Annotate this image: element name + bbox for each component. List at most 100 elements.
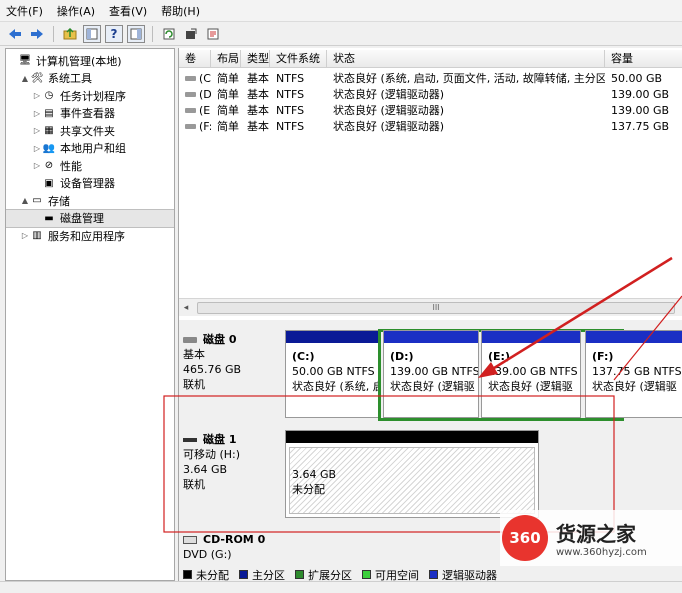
table-cell: 状态良好 (逻辑驱动器) [333, 120, 445, 133]
disk-0-type: 基本 [183, 348, 205, 361]
table-row[interactable]: (E:) 简单基本 NTFS 状态良好 (逻辑驱动器) 139.00 GB [179, 102, 682, 118]
table-cell: 简单 [217, 104, 239, 117]
console-tree-icon[interactable] [83, 24, 101, 43]
table-cell-container: 139.00 GB [605, 88, 682, 101]
expand-toggle-icon[interactable]: ▷ [32, 109, 42, 118]
refresh-icon[interactable] [160, 25, 178, 43]
partition-status: 未分配 [292, 483, 325, 496]
toolbar: ? [0, 22, 682, 46]
unallocated-bar [286, 431, 538, 443]
column-header-filesystem[interactable]: 文件系统 [270, 50, 327, 67]
table-cell-container: 基本 [241, 86, 270, 102]
expand-toggle-icon[interactable]: ▷ [32, 161, 42, 170]
partition-status: 状态良好 (逻辑驱 [488, 380, 573, 393]
table-cell-container: 简单 [211, 118, 241, 134]
table-cell-container: 简单 [211, 86, 241, 102]
tree-item[interactable]: ▲ 🛠 系统工具 [6, 70, 174, 88]
partition-f[interactable]: (F:) 137.75 GB NTFS 状态良好 (逻辑驱 [585, 330, 682, 418]
tree-item-label: 服务和应用程序 [48, 229, 125, 243]
expand-toggle-icon[interactable]: ▷ [32, 91, 42, 100]
tree-item-label: 性能 [60, 159, 82, 173]
column-header-layout[interactable]: 布局 [211, 50, 241, 67]
table-cell-container: NTFS [270, 104, 327, 117]
menu-view[interactable]: 查看(V) [109, 3, 147, 19]
help-icon[interactable]: ? [105, 24, 123, 43]
legend-swatch [429, 570, 438, 579]
tree-item[interactable]: ▷ ▥ 服务和应用程序 [6, 227, 174, 245]
scroll-left-arrow-icon[interactable]: ◂ [179, 303, 193, 313]
table-cell-container: NTFS [270, 88, 327, 101]
table-row[interactable]: (D:) 简单基本 NTFS 状态良好 (逻辑驱动器) 139.00 GB [179, 86, 682, 102]
partition-size: 3.64 GB [292, 468, 337, 481]
scroll-thumb[interactable]: III [197, 302, 675, 314]
table-row[interactable]: (F:) 简单基本 NTFS 状态良好 (逻辑驱动器) 137.75 GB [179, 118, 682, 134]
tree-item[interactable]: ▷ ▤ 事件查看器 [6, 105, 174, 123]
horizontal-scrollbar[interactable]: ◂ III [179, 298, 682, 316]
tree-item[interactable]: ▷ 👥 本地用户和组 [6, 140, 174, 158]
table-cell-container: (D:) [179, 88, 211, 101]
partition-size: 139.00 GB NTFS [390, 365, 479, 378]
table-cell: NTFS [276, 71, 305, 85]
table-cell: (D:) [199, 87, 211, 101]
partition-status: 状态良好 (系统, 启 [292, 380, 381, 393]
tree-item[interactable]: ▣ 设备管理器 [6, 175, 174, 193]
console-tree-icon-2[interactable] [127, 24, 145, 43]
tree-item[interactable]: ▲ ▭ 存储 [6, 192, 174, 210]
table-cell-container: 简单 [211, 102, 241, 118]
cdrom-0-info[interactable]: CD-ROM 0 DVD (G:) [183, 532, 283, 562]
disk-0-info[interactable]: 磁盘 0 基本 465.76 GB 联机 [183, 332, 283, 392]
partition-e[interactable]: (E:) 139.00 GB NTFS 状态良好 (逻辑驱 [481, 330, 581, 418]
tree-item[interactable]: ▷ ⊘ 性能 [6, 157, 174, 175]
properties-icon[interactable] [204, 25, 222, 43]
export-icon[interactable] [182, 25, 200, 43]
legend-swatch [295, 570, 304, 579]
expand-toggle-icon[interactable]: ▷ [20, 231, 30, 240]
disk-1-info[interactable]: 磁盘 1 可移动 (H:) 3.64 GB 联机 [183, 432, 283, 492]
expand-toggle-icon[interactable]: ▲ [20, 74, 30, 83]
tree-item[interactable]: 🖥 计算机管理(本地) [6, 52, 174, 70]
tree-item-label: 事件查看器 [60, 107, 115, 121]
table-cell: 基本 [247, 88, 269, 101]
forward-arrow-icon[interactable] [28, 25, 46, 43]
table-cell: 简单 [217, 72, 239, 85]
column-header-capacity[interactable]: 容量 [605, 50, 682, 67]
column-header-type[interactable]: 类型 [241, 50, 270, 67]
partition-status: 状态良好 (逻辑驱 [592, 380, 677, 393]
menu-help[interactable]: 帮助(H) [161, 3, 200, 19]
disk-mgmt-icon: ▬ [44, 212, 54, 224]
tree-item[interactable]: ▬ 磁盘管理 [6, 208, 174, 228]
back-arrow-icon[interactable] [6, 25, 24, 43]
menu-action[interactable]: 操作(A) [57, 3, 95, 19]
expand-toggle-icon[interactable]: ▲ [20, 196, 30, 205]
volume-icon [185, 108, 196, 113]
partition-label: (E:) [488, 350, 510, 363]
expand-toggle-icon[interactable]: ▷ [32, 126, 42, 135]
expand-toggle-icon[interactable]: ▷ [32, 144, 42, 153]
table-cell: 139.00 GB [611, 103, 670, 117]
legend-swatch [239, 570, 248, 579]
folder-up-icon[interactable] [61, 25, 79, 43]
disk-management-pane: 卷 布局 类型 文件系统 状态 容量 (C:)简单基本NTFS状态良好 (系统,… [178, 48, 682, 581]
table-cell: 139.00 GB [611, 87, 670, 101]
column-header-volume[interactable]: 卷 [179, 50, 211, 67]
unallocated-space[interactable]: 3.64 GB 未分配 [285, 430, 539, 518]
disk-1-name: 磁盘 1 [203, 433, 237, 446]
column-header-status[interactable]: 状态 [327, 50, 605, 67]
partition-d[interactable]: (D:) 139.00 GB NTFS 状态良好 (逻辑驱 [383, 330, 479, 418]
tools-icon: 🛠 [30, 72, 44, 84]
tree-item[interactable]: ▷ ◷ 任务计划程序 [6, 87, 174, 105]
legend: 未分配 主分区 扩展分区 可用空间 逻辑驱动器 [183, 568, 503, 581]
event-icon: ▤ [44, 107, 54, 119]
legend-swatch [183, 570, 192, 579]
menu-file[interactable]: 文件(F) [6, 3, 43, 19]
partition-c[interactable]: (C:) 50.00 GB NTFS 状态良好 (系统, 启 [285, 330, 381, 418]
table-row[interactable]: (C:) 简单基本 NTFS 状态良好 (系统, 启动, 页面文件, 活动, 故障转储… [179, 70, 682, 86]
navigation-tree[interactable]: 🖥 计算机管理(本地) ▲ 🛠 系统工具 ▷ ◷ 任务计划程序 ▷ ▤ 事件查看器 ▷ ▦ 共享文件夹 ▷ 👥… [5, 48, 175, 581]
device-icon: ▣ [44, 177, 54, 189]
status-bar [0, 581, 682, 593]
tree-item[interactable]: ▷ ▦ 共享文件夹 [6, 122, 174, 140]
table-cell-container: 50.00 GB [605, 72, 682, 85]
table-cell: 简单 [217, 120, 239, 133]
share-icon: ▦ [44, 125, 54, 137]
table-cell-container: (E:) [179, 104, 211, 117]
